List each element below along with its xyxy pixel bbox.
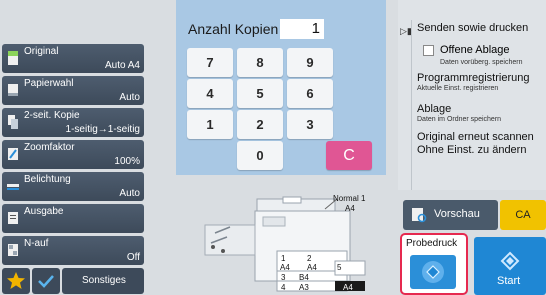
clear-key[interactable]: C [326, 141, 372, 170]
ablage-item[interactable]: Ablage [417, 103, 451, 115]
original-size-label: Normal 1 [333, 194, 366, 203]
ca-button[interactable]: CA [500, 200, 546, 230]
tray-4-size: A3 [299, 283, 309, 292]
tray-4-number: 4 [281, 283, 286, 292]
start-diamond-icon [422, 261, 444, 283]
ablage-sub: Daten im Ordner speichern [417, 116, 502, 123]
key-8[interactable]: 8 [237, 48, 283, 77]
tray-2-number: 2 [307, 254, 312, 263]
n-up-icon [8, 244, 18, 256]
duplex-icon [8, 115, 18, 129]
original-setting-button[interactable]: Original Auto A4 [2, 44, 144, 73]
output-setting-button[interactable]: Ausgabe [2, 204, 144, 233]
star-icon [7, 272, 25, 289]
output-icon [8, 212, 18, 224]
favorite-button[interactable] [2, 268, 30, 294]
key-2[interactable]: 2 [237, 110, 283, 139]
original-size-label-2: A4 [345, 204, 355, 213]
start-button[interactable]: Start [474, 237, 546, 295]
key-6[interactable]: 6 [287, 79, 333, 108]
others-button[interactable]: Sonstiges [62, 268, 144, 294]
copies-label: Anzahl Kopien [188, 21, 279, 37]
n-up-setting-button[interactable]: N-auf Off [2, 236, 144, 265]
check-button[interactable] [32, 268, 60, 294]
program-registration-item[interactable]: Programmregistrierung [417, 72, 529, 84]
sample-print-button[interactable] [410, 255, 456, 289]
tray-3-size: B4 [299, 273, 309, 282]
settings-column: Original Auto A4 Papierwahl Auto 2-seit.… [0, 40, 146, 292]
exposure-icon [7, 184, 19, 190]
tray-1-number: 1 [281, 254, 286, 263]
tray-2-size: A4 [307, 263, 317, 272]
key-9[interactable]: 9 [287, 48, 333, 77]
start-diamond-icon [500, 251, 520, 271]
tray-1-size: A4 [280, 263, 290, 272]
zoom-setting-button[interactable]: Zoomfaktor 100% [2, 140, 144, 169]
panel-divider [411, 20, 412, 190]
preview-button[interactable]: Vorschau [403, 200, 498, 230]
key-4[interactable]: 4 [187, 79, 233, 108]
key-3[interactable]: 3 [287, 110, 333, 139]
bottom-bar: Sonstiges [0, 268, 146, 295]
zoom-icon [8, 148, 18, 160]
machine-illustration: Normal 1 A4 1 A4 2 A4 3 B4 4 A3 5 A4 [185, 185, 400, 295]
program-registration-sub: Aktuelle Einst. registrieren [417, 85, 499, 92]
original-icon [8, 51, 18, 65]
key-5[interactable]: 5 [237, 79, 283, 108]
offene-ablage-item[interactable]: Offene Ablage Daten vorüberg. speichern [423, 42, 543, 68]
paper-icon [8, 84, 18, 96]
sample-print-highlight: Probedruck [400, 233, 468, 295]
preview-icon [412, 208, 427, 223]
offene-ablage-label: Offene Ablage [440, 44, 510, 56]
offene-ablage-sub: Daten vorüberg. speichern [440, 59, 523, 66]
tray-5-number: 5 [337, 263, 342, 272]
key-7[interactable]: 7 [187, 48, 233, 77]
copies-input[interactable]: 1 [280, 19, 324, 39]
copier-illustration [204, 196, 366, 292]
send-and-print-item[interactable]: Senden sowie drucken [417, 22, 528, 34]
check-icon [38, 275, 54, 288]
bypass-size: A4 [343, 283, 353, 292]
copies-keypad-panel: Anzahl Kopien 1 7 8 9 4 5 6 1 2 3 0 C [176, 0, 386, 175]
key-1[interactable]: 1 [187, 110, 233, 139]
paper-select-button[interactable]: Papierwahl Auto [2, 76, 144, 105]
key-0[interactable]: 0 [237, 141, 283, 170]
duplex-copy-button[interactable]: 2-seit. Kopie 1-seitig→1-seitig [2, 108, 144, 137]
sample-print-label: Probedruck [406, 238, 458, 249]
rescan-item-line2: Ohne Einst. zu ändern [417, 144, 527, 156]
others-label: Sonstiges [82, 275, 126, 286]
copies-value: 1 [311, 20, 320, 37]
exposure-setting-button[interactable]: Belichtung Auto [2, 172, 144, 201]
rescan-item[interactable]: Original erneut scannen [417, 131, 534, 143]
start-label: Start [497, 275, 521, 287]
tray-3-number: 3 [281, 273, 286, 282]
checkbox[interactable] [423, 45, 434, 56]
preview-label: Vorschau [434, 208, 480, 220]
